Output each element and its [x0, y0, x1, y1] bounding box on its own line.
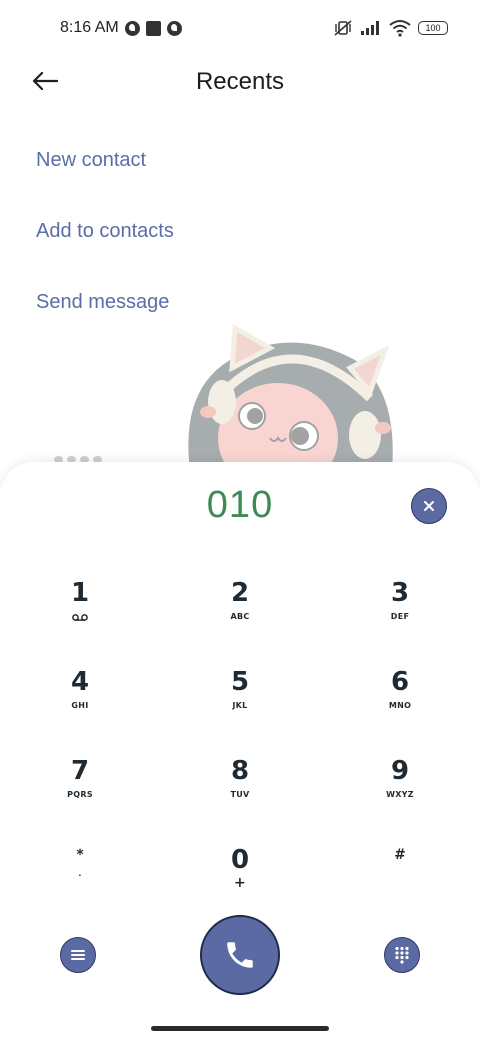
call-button[interactable]: [200, 915, 280, 995]
key-1[interactable]: 1: [0, 574, 160, 663]
key-digit: 9: [390, 756, 410, 786]
key-digit: 7: [70, 756, 90, 786]
key-digit: 6: [390, 667, 410, 697]
key-letters: ABC: [230, 612, 250, 621]
home-indicator[interactable]: [151, 1026, 329, 1031]
add-to-contacts-link[interactable]: Add to contacts: [36, 207, 174, 278]
key-letters: PQRS: [67, 790, 93, 799]
header: Recents: [0, 56, 480, 108]
send-message-link[interactable]: Send message: [36, 278, 174, 349]
stop-icon: [145, 20, 161, 36]
data-saver-icon: [124, 20, 140, 36]
key-3[interactable]: 3 DEF: [320, 574, 480, 663]
menu-icon: [71, 950, 85, 960]
menu-button[interactable]: [60, 937, 96, 973]
key-8[interactable]: 8 TUV: [160, 752, 320, 841]
key-digit: #: [394, 847, 406, 863]
signal-icon: [361, 21, 379, 35]
key-letters: GHI: [71, 701, 89, 710]
key-letters: TUV: [230, 790, 250, 799]
key-6[interactable]: 6 MNO: [320, 663, 480, 752]
key-hash[interactable]: #: [320, 841, 480, 930]
dialed-number[interactable]: 010: [0, 484, 480, 527]
status-bar: 8:16 AM 100: [0, 0, 480, 56]
key-5[interactable]: 5 JKL: [160, 663, 320, 752]
clear-button[interactable]: [411, 488, 447, 524]
battery-icon: 100: [418, 21, 448, 35]
key-digit: 4: [70, 667, 90, 697]
key-letters: .: [78, 869, 82, 878]
key-9[interactable]: 9 WXYZ: [320, 752, 480, 841]
recents-actions: New contact Add to contacts Send message: [36, 136, 174, 349]
key-letters: +: [233, 875, 247, 891]
key-letters: MNO: [388, 701, 412, 710]
key-4[interactable]: 4 GHI: [0, 663, 160, 752]
close-icon: [424, 501, 434, 511]
status-left: 8:16 AM: [60, 19, 182, 37]
dialpad-toggle-button[interactable]: [384, 937, 420, 973]
page-title: Recents: [195, 68, 285, 95]
cartoon-girl-illustration: [188, 323, 393, 470]
new-contact-link[interactable]: New contact: [36, 136, 174, 207]
key-star[interactable]: * .: [0, 841, 160, 930]
key-digit: 8: [230, 756, 250, 786]
key-digit: 0: [230, 845, 250, 875]
phone-icon: [227, 942, 253, 968]
dialpad: 1 2 ABC 3 DEF 4 GHI 5 JKL 6 MNO 7 PQRS 8…: [0, 574, 480, 930]
vibrate-off-icon: [334, 20, 352, 36]
arrow-left-icon: [32, 72, 58, 90]
voicemail-icon: [72, 614, 88, 621]
key-digit: 5: [230, 667, 250, 697]
data-saver-icon: [166, 20, 182, 36]
status-time: 8:16 AM: [60, 19, 119, 36]
key-letters: WXYZ: [386, 790, 414, 799]
back-button[interactable]: [28, 66, 62, 96]
key-digit: *: [76, 847, 84, 863]
key-letters: JKL: [232, 701, 248, 710]
key-digit: 3: [390, 578, 410, 608]
key-letters: DEF: [390, 612, 410, 621]
dialer-sheet: 010 1 2 ABC 3 DEF 4 GHI 5 JKL 6 MNO 7 PQ…: [0, 462, 480, 1040]
key-7[interactable]: 7 PQRS: [0, 752, 160, 841]
key-digit: 2: [230, 578, 250, 608]
dialpad-icon: [395, 946, 409, 964]
key-2[interactable]: 2 ABC: [160, 574, 320, 663]
key-digit: 1: [70, 578, 90, 608]
wifi-icon: [389, 20, 411, 37]
status-right: 100: [333, 19, 448, 37]
